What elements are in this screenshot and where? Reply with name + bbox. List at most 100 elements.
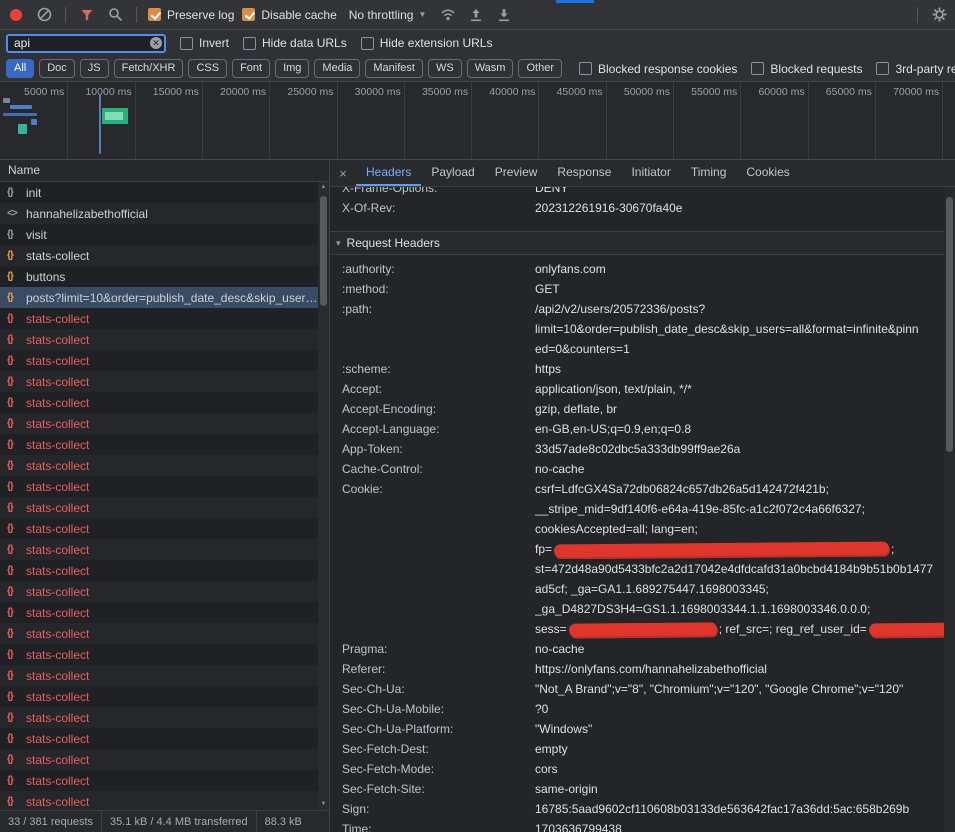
scrollbar-thumb[interactable]	[320, 196, 327, 306]
request-name: stats-collect	[26, 564, 89, 578]
timeline-bar	[10, 105, 32, 109]
disable-cache-checkbox[interactable]: Disable cache	[242, 8, 336, 22]
search-button[interactable]	[105, 5, 125, 25]
hide-extension-urls-checkbox[interactable]: Hide extension URLs	[361, 36, 493, 50]
request-row[interactable]: {}stats-collect	[0, 539, 318, 560]
har-export-button[interactable]	[466, 5, 486, 25]
header-row: Sec-Ch-Ua:"Not_A Brand";v="8", "Chromium…	[330, 679, 944, 699]
detail-scrollbar[interactable]	[944, 187, 955, 832]
3rd-party-requests-checkbox[interactable]: 3rd-party requests	[876, 62, 955, 76]
request-row[interactable]: {}stats-collect	[0, 707, 318, 728]
timeline-label: 5000 ms	[16, 86, 64, 98]
section-header-request-headers[interactable]: ▾Request Headers	[330, 231, 944, 255]
scroll-up-icon[interactable]: ▲	[318, 182, 329, 193]
header-row: Sec-Fetch-Mode:cors	[330, 759, 944, 779]
preserve-log-checkbox[interactable]: Preserve log	[148, 8, 234, 22]
request-row[interactable]: {}stats-collect	[0, 455, 318, 476]
toolbar-divider	[136, 7, 137, 23]
request-row[interactable]: {}stats-collect	[0, 392, 318, 413]
header-value: 1703636799438	[535, 819, 944, 832]
circle-slash-icon	[37, 7, 52, 22]
scroll-down-icon[interactable]: ▼	[318, 799, 329, 810]
record-button[interactable]	[6, 5, 26, 25]
header-value: GET	[535, 279, 944, 299]
filter-type-font[interactable]: Font	[232, 59, 270, 78]
filter-type-manifest[interactable]: Manifest	[365, 59, 423, 78]
filter-type-js[interactable]: JS	[80, 59, 109, 78]
request-row[interactable]: {}stats-collect	[0, 665, 318, 686]
header-row: Accept:application/json, text/plain, */*	[330, 379, 944, 399]
filter-type-media[interactable]: Media	[314, 59, 360, 78]
request-row[interactable]: {}stats-collect	[0, 245, 318, 266]
tab-cookies[interactable]: Cookies	[736, 160, 799, 186]
request-row[interactable]: {}stats-collect	[0, 602, 318, 623]
filter-type-wasm[interactable]: Wasm	[467, 59, 514, 78]
request-row[interactable]: {}stats-collect	[0, 350, 318, 371]
tab-headers[interactable]: Headers	[356, 160, 421, 186]
request-row[interactable]: {}stats-collect	[0, 308, 318, 329]
close-icon[interactable]: ×	[330, 160, 356, 186]
request-row[interactable]: {}buttons	[0, 266, 318, 287]
request-row[interactable]: {}stats-collect	[0, 791, 318, 810]
filter-type-all[interactable]: All	[6, 59, 34, 78]
network-overview-timeline[interactable]: 5000 ms10000 ms15000 ms20000 ms25000 ms3…	[0, 82, 955, 160]
request-row[interactable]: {}stats-collect	[0, 560, 318, 581]
timeline-gridline	[538, 82, 539, 159]
request-row[interactable]: {}stats-collect	[0, 644, 318, 665]
request-row[interactable]: {}stats-collect	[0, 770, 318, 791]
filter-type-fetch-xhr[interactable]: Fetch/XHR	[114, 59, 184, 78]
request-row[interactable]: {}stats-collect	[0, 413, 318, 434]
request-row[interactable]: {}stats-collect	[0, 329, 318, 350]
upload-icon	[469, 8, 483, 22]
json-file-icon: {}	[7, 439, 21, 450]
settings-button[interactable]	[929, 5, 949, 25]
scrollbar-thumb[interactable]	[946, 197, 953, 452]
filter-button[interactable]	[77, 5, 97, 25]
request-row[interactable]: {}init	[0, 182, 318, 203]
header-value: no-cache	[535, 459, 944, 479]
request-row[interactable]: {}stats-collect	[0, 686, 318, 707]
request-row[interactable]: {}stats-collect	[0, 749, 318, 770]
tab-response[interactable]: Response	[547, 160, 621, 186]
throttling-select[interactable]: No throttling ▼	[345, 8, 431, 22]
clear-network-log-button[interactable]	[34, 5, 54, 25]
request-row[interactable]: {}stats-collect	[0, 581, 318, 602]
request-list-scrollbar[interactable]: ▲ ▼	[318, 182, 329, 810]
blocked-requests-checkbox[interactable]: Blocked requests	[751, 62, 862, 76]
timeline-label: 60000 ms	[757, 86, 805, 98]
tab-timing[interactable]: Timing	[681, 160, 737, 186]
request-row[interactable]: {} stats-collect	[0, 434, 318, 455]
json-file-icon: {}	[7, 544, 21, 555]
request-row[interactable]: <>hannahelizabethofficial	[0, 203, 318, 224]
header-row: :scheme:https	[330, 359, 944, 379]
tab-initiator[interactable]: Initiator	[621, 160, 680, 186]
filter-type-css[interactable]: CSS	[188, 59, 227, 78]
har-import-button[interactable]	[494, 5, 514, 25]
document-file-icon: <>	[7, 208, 21, 219]
name-column-header[interactable]: Name	[0, 160, 329, 182]
network-conditions-button[interactable]	[438, 5, 458, 25]
filter-type-other[interactable]: Other	[518, 59, 562, 78]
filter-type-img[interactable]: Img	[275, 59, 309, 78]
filter-type-doc[interactable]: Doc	[39, 59, 75, 78]
header-row: :path:/api2/v2/users/20572336/posts?limi…	[330, 299, 944, 359]
network-filter-input[interactable]	[6, 34, 166, 53]
request-row[interactable]: {}stats-collect	[0, 623, 318, 644]
request-row[interactable]: {}visit	[0, 224, 318, 245]
blocked-response-cookies-checkbox[interactable]: Blocked response cookies	[579, 62, 737, 76]
tab-preview[interactable]: Preview	[485, 160, 548, 186]
clear-filter-icon[interactable]: ✕	[150, 37, 162, 49]
filter-type-ws[interactable]: WS	[428, 59, 462, 78]
request-name: stats-collect	[26, 333, 89, 347]
request-row[interactable]: {}stats-collect	[0, 497, 318, 518]
invert-checkbox[interactable]: Invert	[180, 36, 229, 50]
hide-data-urls-checkbox[interactable]: Hide data URLs	[243, 36, 347, 50]
request-name: stats-collect	[26, 438, 89, 452]
request-row[interactable]: {}stats-collect	[0, 728, 318, 749]
request-row[interactable]: {}stats-collect	[0, 518, 318, 539]
request-row[interactable]: {}stats-collect	[0, 371, 318, 392]
request-row[interactable]: {}posts?limit=10&order=publish_date_desc…	[0, 287, 318, 308]
hide-extension-urls-label: Hide extension URLs	[380, 36, 493, 50]
tab-payload[interactable]: Payload	[421, 160, 484, 186]
request-row[interactable]: {}stats-collect	[0, 476, 318, 497]
